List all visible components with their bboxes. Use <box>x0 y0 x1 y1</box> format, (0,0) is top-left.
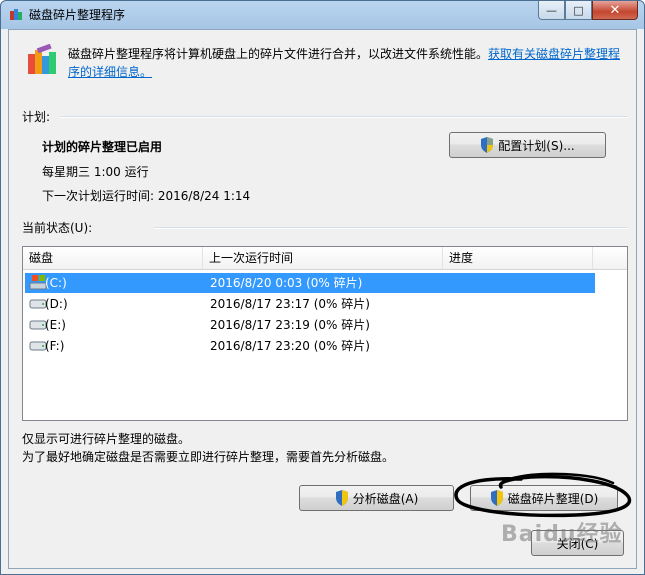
uac-shield-icon <box>490 490 503 506</box>
schedule-next-run: 下一次计划运行时间: 2016/8/24 1:14 <box>42 189 251 203</box>
window-controls: — □ ✕ <box>538 1 638 21</box>
defrag-app-icon <box>10 9 22 20</box>
footer-note-analyze: 为了最好地确定磁盘是否需要立即进行碎片整理，需要首先分析磁盘。 <box>22 450 395 464</box>
maximize-button[interactable]: □ <box>565 1 592 20</box>
close-window-button[interactable]: ✕ <box>592 1 638 20</box>
configure-schedule-label: 配置计划(S)... <box>498 138 575 153</box>
window-title: 磁盘碎片整理程序 <box>29 8 126 22</box>
disk-row-c[interactable]: (C:) 2016/8/20 0:03 (0% 碎片) <box>25 273 595 293</box>
analyze-disk-button[interactable]: 分析磁盘(A) <box>299 485 454 511</box>
defrag-icon <box>28 44 56 74</box>
disk-last-run: 2016/8/17 23:17 (0% 碎片) <box>210 297 370 311</box>
status-group-label: 当前状态(U): <box>22 221 93 235</box>
column-header-disk[interactable]: 磁盘 <box>23 247 203 269</box>
uac-shield-icon <box>335 490 348 506</box>
footer-note-disks: 仅显示可进行碎片整理的磁盘。 <box>22 432 191 446</box>
defrag-window: 磁盘碎片整理程序 — □ ✕ 磁盘碎片整理程序将计算机硬盘上的碎片文件进行合并，… <box>0 0 645 575</box>
analyze-disk-label: 分析磁盘(A) <box>352 491 419 506</box>
minimize-button[interactable]: — <box>538 1 565 20</box>
disk-last-run: 2016/8/17 23:19 (0% 碎片) <box>210 318 370 332</box>
status-separator <box>154 227 628 229</box>
disk-name: (F:) <box>45 339 65 353</box>
disk-name: (E:) <box>45 318 66 332</box>
defragment-disk-button[interactable]: 磁盘碎片整理(D) <box>470 485 618 511</box>
disk-name: (D:) <box>45 297 68 311</box>
defragment-disk-label: 磁盘碎片整理(D) <box>507 491 599 506</box>
uac-shield-icon <box>481 137 494 153</box>
disk-row-d[interactable]: (D:) 2016/8/17 23:17 (0% 碎片) <box>25 294 595 314</box>
schedule-frequency: 每星期三 1:00 运行 <box>42 165 149 179</box>
watermark: Baidu经验 <box>501 522 623 547</box>
description-text: 磁盘碎片整理程序将计算机硬盘上的碎片文件进行合并，以改进文件系统性能。 <box>68 47 489 61</box>
disk-row-f[interactable]: (F:) 2016/8/17 23:20 (0% 碎片) <box>25 336 595 356</box>
title-bar[interactable]: 磁盘碎片整理程序 — □ ✕ <box>1 1 644 27</box>
schedule-group-label: 计划: <box>22 110 51 124</box>
column-header-last-run[interactable]: 上一次运行时间 <box>203 247 443 269</box>
disk-last-run: 2016/8/17 23:20 (0% 碎片) <box>210 339 370 353</box>
schedule-separator <box>61 116 628 118</box>
column-header-progress[interactable]: 进度 <box>443 247 593 269</box>
disk-name: (C:) <box>45 276 67 290</box>
disk-last-run: 2016/8/20 0:03 (0% 碎片) <box>210 276 363 290</box>
description: 磁盘碎片整理程序将计算机硬盘上的碎片文件进行合并，以改进文件系统性能。获取有关磁… <box>68 45 628 81</box>
configure-schedule-button[interactable]: 配置计划(S)... <box>449 132 606 158</box>
schedule-status: 计划的碎片整理已启用 <box>42 140 163 154</box>
dialog-body: 磁盘碎片整理程序将计算机硬盘上的碎片文件进行合并，以改进文件系统性能。获取有关磁… <box>8 29 637 569</box>
disk-list[interactable]: 磁盘 上一次运行时间 进度 (C:) 2016/8/20 0:03 (0% 碎片… <box>22 246 628 421</box>
disk-row-e[interactable]: (E:) 2016/8/17 23:19 (0% 碎片) <box>25 315 595 335</box>
disk-list-header: 磁盘 上一次运行时间 进度 <box>23 247 627 270</box>
